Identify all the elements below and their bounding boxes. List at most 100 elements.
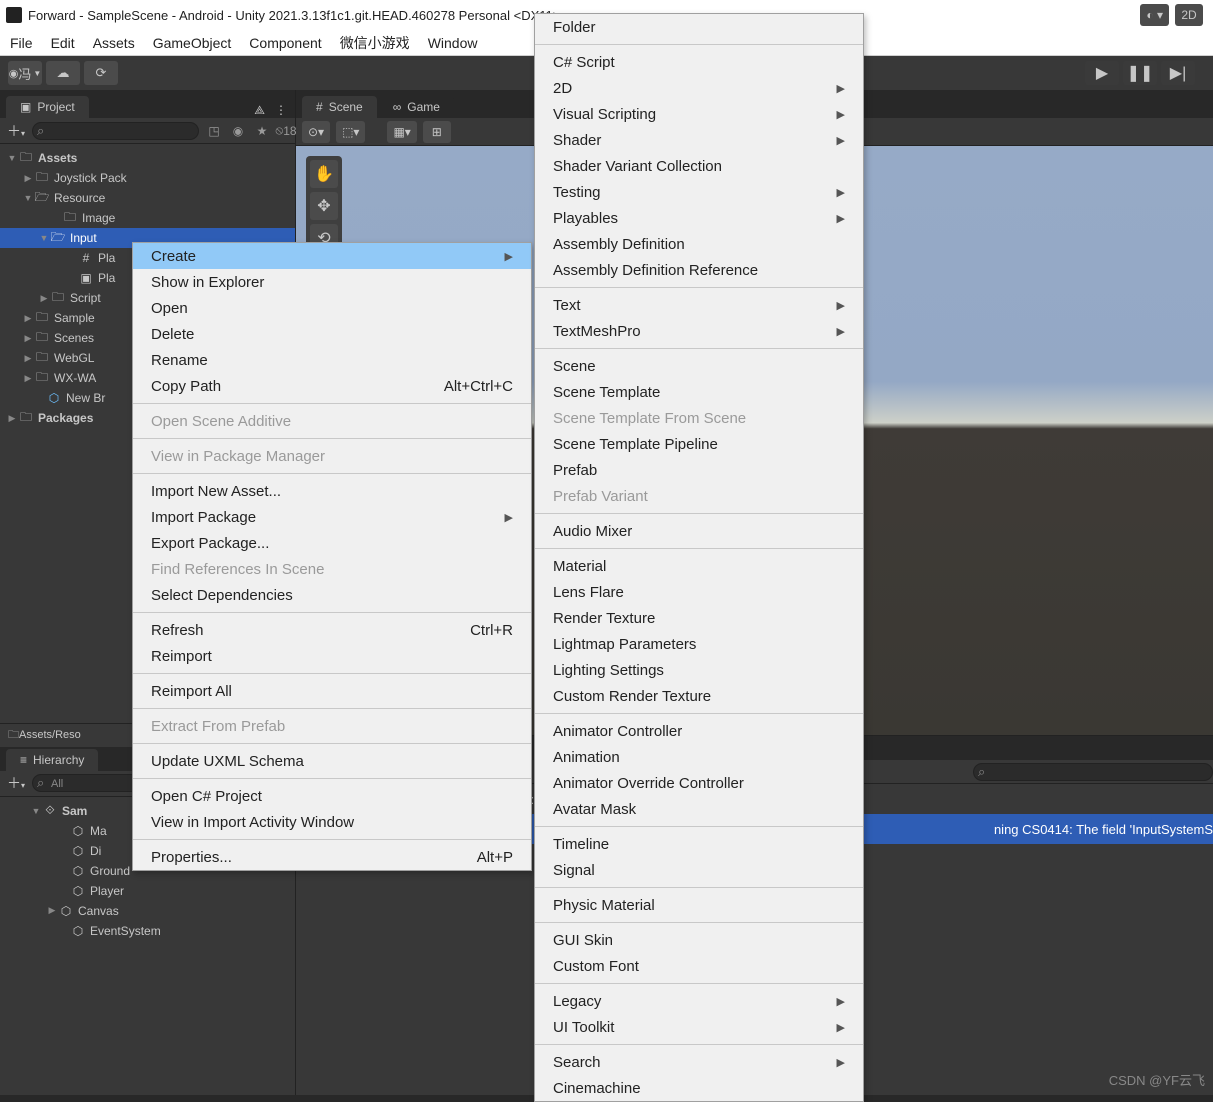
hidden-count[interactable]: ⦸18 — [277, 122, 295, 140]
ctx-select-dependencies[interactable]: Select Dependencies — [133, 582, 531, 608]
create-tmp[interactable]: TextMeshPro▶ — [535, 318, 863, 344]
ctx-import-package[interactable]: Import Package▶ — [133, 504, 531, 530]
create-visual-scripting[interactable]: Visual Scripting▶ — [535, 101, 863, 127]
play-button[interactable]: ▶ — [1085, 61, 1119, 85]
tab-options-icon[interactable]: ⋮ — [275, 103, 287, 118]
console-search[interactable] — [973, 763, 1213, 781]
ctx-rename[interactable]: Rename — [133, 347, 531, 373]
create-scene-template-pipeline[interactable]: Scene Template Pipeline — [535, 431, 863, 457]
ctx-refresh[interactable]: RefreshCtrl+R — [133, 617, 531, 643]
create-animation[interactable]: Animation — [535, 744, 863, 770]
ctx-reimport[interactable]: Reimport — [133, 643, 531, 669]
scene-tab[interactable]: # Scene — [302, 96, 377, 118]
create-physic-material[interactable]: Physic Material — [535, 892, 863, 918]
tree-resource[interactable]: ▼🗁Resource — [0, 188, 295, 208]
ctx-update-uxml[interactable]: Update UXML Schema — [133, 748, 531, 774]
menu-edit[interactable]: Edit — [51, 35, 75, 51]
tree-joystick[interactable]: ▶🗀Joystick Pack — [0, 168, 295, 188]
scene-view-tools: ✋ ✥ ⟲ — [306, 156, 342, 256]
tool-grid[interactable]: ▦▾ — [387, 121, 416, 143]
create-animator-override[interactable]: Animator Override Controller — [535, 770, 863, 796]
create-prefab[interactable]: Prefab — [535, 457, 863, 483]
tree-image[interactable]: 🗀Image — [0, 208, 295, 228]
create-shader-variant[interactable]: Shader Variant Collection — [535, 153, 863, 179]
create-gui-skin[interactable]: GUI Skin — [535, 927, 863, 953]
undo-history-button[interactable]: ⟳ — [84, 61, 118, 85]
create-lens-flare[interactable]: Lens Flare — [535, 579, 863, 605]
move-tool[interactable]: ✥ — [310, 192, 338, 220]
hier-player[interactable]: ⬡Player — [0, 881, 295, 901]
step-button[interactable]: ▶| — [1161, 61, 1195, 85]
filter-by-label-icon[interactable]: ◉ — [229, 122, 247, 140]
create-testing[interactable]: Testing▶ — [535, 179, 863, 205]
create-playables[interactable]: Playables▶ — [535, 205, 863, 231]
ctx-view-import-activity[interactable]: View in Import Activity Window — [133, 809, 531, 835]
create-cinemachine[interactable]: Cinemachine — [535, 1075, 863, 1101]
ctx-properties[interactable]: Properties...Alt+P — [133, 844, 531, 870]
create-scene[interactable]: Scene — [535, 353, 863, 379]
ctx-delete[interactable]: Delete — [133, 321, 531, 347]
create-csharp-script[interactable]: C# Script — [535, 49, 863, 75]
account-button[interactable]: ◉ 冯 ▼ — [8, 61, 42, 85]
create-animator-controller[interactable]: Animator Controller — [535, 718, 863, 744]
menu-gameobject[interactable]: GameObject — [153, 35, 232, 51]
create-timeline[interactable]: Timeline — [535, 831, 863, 857]
chevron-right-icon: ▶ — [837, 212, 845, 225]
create-lighting-settings[interactable]: Lighting Settings — [535, 657, 863, 683]
ctx-show-in-explorer[interactable]: Show in Explorer — [133, 269, 531, 295]
create-lightmap-params[interactable]: Lightmap Parameters — [535, 631, 863, 657]
menu-file[interactable]: File — [10, 35, 33, 51]
filter-by-type-icon[interactable]: ◳ — [205, 122, 223, 140]
hierarchy-tab[interactable]: ≡ Hierarchy — [6, 749, 98, 771]
create-search[interactable]: Search▶ — [535, 1049, 863, 1075]
tree-assets[interactable]: ▼🗀Assets — [0, 148, 295, 168]
create-avatar-mask[interactable]: Avatar Mask — [535, 796, 863, 822]
project-tab[interactable]: ▣ Project — [6, 96, 89, 118]
menu-component[interactable]: Component — [249, 35, 321, 51]
create-signal[interactable]: Signal — [535, 857, 863, 883]
lock-icon[interactable]: ⟁ — [254, 103, 265, 118]
create-custom-font[interactable]: Custom Font — [535, 953, 863, 979]
menu-window[interactable]: Window — [428, 35, 478, 51]
create-material[interactable]: Material — [535, 553, 863, 579]
save-search-icon[interactable]: ★ — [253, 122, 271, 140]
pause-button[interactable]: ❚❚ — [1123, 61, 1157, 85]
create-asmref[interactable]: Assembly Definition Reference — [535, 257, 863, 283]
create-audio-mixer[interactable]: Audio Mixer — [535, 518, 863, 544]
create-text[interactable]: Text▶ — [535, 292, 863, 318]
cloud-button[interactable]: ☁ — [46, 61, 80, 85]
ctx-create[interactable]: Create▶ — [133, 243, 531, 269]
ctx-open-csharp[interactable]: Open C# Project — [133, 783, 531, 809]
create-ui-toolkit[interactable]: UI Toolkit▶ — [535, 1014, 863, 1040]
tool-snap[interactable]: ⊞ — [423, 121, 451, 143]
create-folder[interactable]: Folder — [535, 14, 863, 40]
tool-global[interactable]: ⬚▾ — [336, 121, 365, 143]
project-search[interactable] — [32, 122, 199, 140]
folder-icon: 🗀 — [34, 308, 50, 329]
menu-assets[interactable]: Assets — [93, 35, 135, 51]
create-2d[interactable]: 2D▶ — [535, 75, 863, 101]
ctx-export-package[interactable]: Export Package... — [133, 530, 531, 556]
scene-shading[interactable]: ◐ ▾ — [1140, 4, 1169, 26]
menu-wechat[interactable]: 微信小游戏 — [340, 33, 410, 53]
ctx-reimport-all[interactable]: Reimport All — [133, 678, 531, 704]
hierarchy-add-button[interactable]: ＋▾ — [6, 773, 26, 793]
create-scene-template[interactable]: Scene Template — [535, 379, 863, 405]
scene-2d[interactable]: 2D — [1175, 4, 1203, 26]
ctx-open[interactable]: Open — [133, 295, 531, 321]
create-custom-render-texture[interactable]: Custom Render Texture — [535, 683, 863, 709]
ctx-import-new-asset[interactable]: Import New Asset... — [133, 478, 531, 504]
hier-eventsystem[interactable]: ⬡EventSystem — [0, 921, 295, 941]
csharp-icon: # — [78, 251, 94, 265]
tool-pivot[interactable]: ⊙▾ — [302, 121, 330, 143]
create-render-texture[interactable]: Render Texture — [535, 605, 863, 631]
add-asset-button[interactable]: ＋▾ — [6, 121, 26, 141]
chevron-right-icon: ▶ — [837, 299, 845, 312]
hand-tool[interactable]: ✋ — [310, 160, 338, 188]
create-legacy[interactable]: Legacy▶ — [535, 988, 863, 1014]
ctx-copy-path[interactable]: Copy PathAlt+Ctrl+C — [133, 373, 531, 399]
create-asmdef[interactable]: Assembly Definition — [535, 231, 863, 257]
hier-canvas[interactable]: ▶⬡Canvas — [0, 901, 295, 921]
create-shader[interactable]: Shader▶ — [535, 127, 863, 153]
game-tab[interactable]: ∞ Game — [379, 96, 454, 118]
